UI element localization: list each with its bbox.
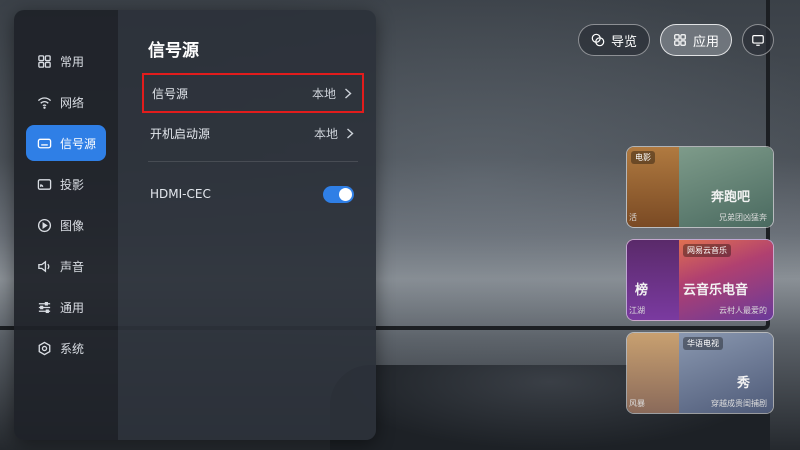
card-tag: 华语电视	[683, 337, 723, 350]
card-left-subtitle: 江湖	[629, 306, 645, 315]
card-left-subtitle: 活	[629, 213, 637, 222]
compass-icon	[591, 33, 605, 47]
chevron-right-icon	[347, 127, 354, 139]
sliders-icon	[38, 301, 51, 313]
sidebar-item-general[interactable]: 通用	[26, 289, 106, 325]
sidebar-item-label: 常用	[60, 54, 85, 69]
sidebar-item-common[interactable]: 常用	[26, 43, 106, 79]
play-circle-icon	[37, 218, 52, 232]
card-left-title: 榜	[635, 283, 649, 298]
sidebar-item-label: 信号源	[60, 136, 97, 151]
settings-sidebar: 常用 网络 信号源 投影 图像 声音 通用 系统	[14, 10, 118, 440]
sidebar-item-cast[interactable]: 投影	[26, 166, 106, 202]
top-bar: 导览 应用	[577, 24, 774, 56]
wifi-icon	[37, 96, 52, 109]
sidebar-item-label: 网络	[60, 95, 85, 110]
content-card[interactable]: 电影 奔跑吧 兄弟团凶猛奔 活	[626, 146, 774, 228]
boot-source-row[interactable]: 开机启动源 本地	[148, 113, 358, 153]
screen-icon	[752, 35, 764, 46]
guide-button-label: 导览	[610, 34, 637, 50]
grid-icon	[38, 54, 51, 68]
guide-button[interactable]: 导览	[577, 24, 650, 56]
row-label: 开机启动源	[150, 126, 211, 141]
settings-panel: 常用 网络 信号源 投影 图像 声音 通用 系统 信号源 信号源 本地 开机启动…	[14, 10, 376, 440]
sidebar-item-system[interactable]: 系统	[26, 330, 106, 366]
gear-icon	[38, 341, 51, 355]
card-subtitle: 穿越成贵闺捕剧	[711, 399, 767, 408]
hdmi-cec-row[interactable]: HDMI-CEC	[148, 174, 358, 214]
card-title: 云音乐电音	[683, 283, 749, 298]
card-tag: 网易云音乐	[683, 244, 731, 257]
input-source-row[interactable]: 信号源 本地	[142, 73, 364, 113]
card-title: 奔跑吧	[711, 190, 751, 205]
content-card[interactable]: 网易云音乐 云音乐电音 榜 云村人最爱的 江湖	[626, 239, 774, 321]
sidebar-item-label: 投影	[60, 177, 85, 192]
row-label: HDMI-CEC	[150, 187, 211, 201]
sidebar-item-network[interactable]: 网络	[26, 84, 106, 120]
card-subtitle: 云村人最爱的	[719, 306, 767, 315]
card-tag: 电影	[631, 151, 655, 164]
row-value: 本地	[313, 126, 338, 141]
settings-content: 信号源 信号源 本地 开机启动源 本地 HDMI-CEC	[118, 10, 376, 440]
sidebar-item-picture[interactable]: 图像	[26, 207, 106, 243]
divider	[148, 161, 358, 162]
sidebar-item-label: 通用	[60, 300, 85, 315]
card-left-subtitle: 风暴	[629, 399, 645, 408]
toggle-knob	[339, 187, 352, 201]
sidebar-item-label: 声音	[60, 259, 85, 274]
card-title: 秀	[737, 376, 751, 391]
cast-icon	[37, 178, 52, 190]
content-card[interactable]: 华语电视 秀 穿越成贵闺捕剧 风暴	[626, 332, 774, 414]
input-source-icon	[37, 138, 52, 148]
apps-button-label: 应用	[692, 34, 719, 50]
sidebar-item-label: 系统	[60, 341, 85, 356]
sidebar-item-sound[interactable]: 声音	[26, 248, 106, 284]
row-value-group: 本地	[312, 85, 352, 102]
content-cards: 电影 奔跑吧 兄弟团凶猛奔 活 网易云音乐 云音乐电音 榜 云村人最爱的 江湖 …	[626, 146, 774, 414]
chevron-right-icon	[345, 87, 352, 99]
speaker-icon	[38, 260, 50, 272]
sidebar-item-input-source[interactable]: 信号源	[26, 125, 106, 161]
hdmi-cec-toggle[interactable]	[323, 185, 354, 203]
sidebar-item-label: 图像	[60, 218, 85, 233]
card-subtitle: 兄弟团凶猛奔	[719, 213, 767, 222]
row-value: 本地	[311, 86, 336, 101]
row-label: 信号源	[152, 86, 189, 101]
apps-button[interactable]: 应用	[659, 24, 732, 56]
row-value-group: 本地	[314, 125, 354, 142]
page-title: 信号源	[148, 41, 199, 61]
screen-button[interactable]	[742, 24, 774, 56]
apps-grid-icon	[674, 34, 686, 46]
